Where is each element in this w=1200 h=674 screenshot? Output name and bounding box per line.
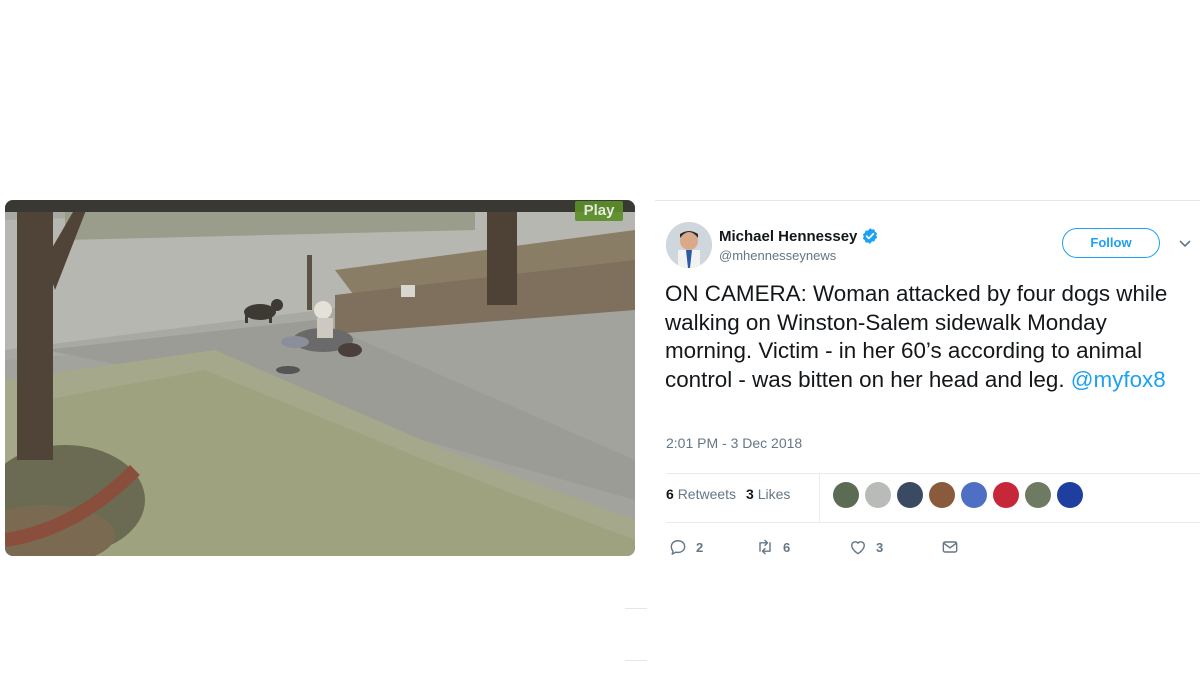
follow-button[interactable]: Follow (1062, 228, 1160, 258)
liker-avatar[interactable] (897, 482, 923, 508)
mention-link[interactable]: @myfox8 (1071, 367, 1166, 392)
like-count: 3 (876, 539, 884, 555)
retweets-stat[interactable]: 6 Retweets (666, 486, 736, 502)
retweets-label: Retweets (677, 486, 737, 502)
reply-button[interactable]: 2 (668, 537, 703, 557)
author-handle[interactable]: @mhennesseynews (719, 248, 836, 263)
tweet-card: Michael Hennessey @mhennesseynews Follow… (655, 200, 1200, 674)
engagement-stats: 6 Retweets 3 Likes (666, 486, 790, 502)
fox8-logo-avatar[interactable] (1057, 482, 1083, 508)
tweet-text: ON CAMERA: Woman attacked by four dogs w… (665, 280, 1195, 394)
top-divider (655, 200, 1200, 201)
tweet-timestamp[interactable]: 2:01 PM - 3 Dec 2018 (666, 435, 802, 451)
verified-icon (863, 228, 878, 244)
direct-message-icon (942, 541, 958, 553)
reply-icon (670, 540, 686, 555)
likes-stat[interactable]: 3 Likes (746, 486, 790, 502)
liker-avatar[interactable] (1025, 482, 1051, 508)
liker-avatar[interactable] (993, 482, 1019, 508)
direct-message-button[interactable] (940, 537, 960, 557)
likes-label: Likes (757, 486, 791, 502)
play-badge[interactable]: Play (575, 201, 623, 221)
retweet-button[interactable]: 6 (755, 537, 790, 557)
retweet-count: 6 (783, 539, 791, 555)
reply-count: 2 (696, 539, 704, 555)
heart-icon (851, 541, 865, 555)
liker-avatar[interactable] (929, 482, 955, 508)
surveillance-video-frame (5, 200, 635, 556)
retweets-count: 6 (666, 486, 674, 502)
liker-avatar[interactable] (961, 482, 987, 508)
divider (666, 473, 1200, 474)
divider (625, 608, 647, 609)
liker-avatar[interactable] (833, 482, 859, 508)
author-avatar[interactable] (666, 222, 712, 268)
divider (625, 660, 647, 661)
video-player[interactable]: Play (5, 200, 635, 556)
liker-avatars (833, 482, 1083, 508)
divider (666, 522, 1200, 523)
author-display-name[interactable]: Michael Hennessey (719, 228, 857, 245)
chevron-down-icon[interactable] (1178, 239, 1192, 249)
retweet-icon (759, 539, 771, 555)
likes-count: 3 (746, 486, 754, 502)
like-button[interactable]: 3 (848, 537, 883, 557)
stats-separator (819, 474, 820, 522)
liker-avatar[interactable] (865, 482, 891, 508)
